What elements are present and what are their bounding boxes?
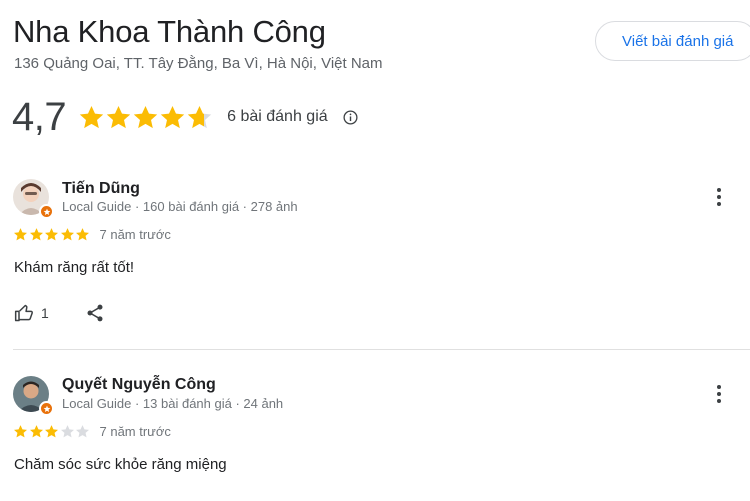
share-icon[interactable] (85, 303, 105, 323)
star-icon (14, 228, 27, 241)
star-icon (76, 425, 89, 438)
star-icon (160, 105, 185, 128)
star-icon (29, 228, 43, 241)
reviewer-avatar[interactable] (13, 376, 54, 416)
star-icon (60, 228, 74, 241)
rating-summary: 4,7 6 bài đánh giá (12, 94, 359, 140)
review-count: 6 bài đánh giá (227, 108, 328, 125)
reviewer-name[interactable]: Quyết Nguyễn Công (62, 376, 216, 394)
place-address: 136 Quảng Oai, TT. Tây Đằng, Ba Vì, Hà N… (14, 55, 383, 72)
star-icon (79, 105, 104, 128)
local-guide-badge-icon (39, 401, 54, 416)
average-rating: 4,7 (12, 94, 67, 139)
review-text: Chăm sóc sức khỏe răng miệng (14, 456, 227, 473)
review-time: 7 năm trước (99, 424, 171, 439)
review-text: Khám răng rất tốt! (14, 259, 135, 276)
thumbs-up-icon (14, 303, 34, 323)
star-icon (29, 425, 43, 438)
info-icon[interactable] (342, 109, 359, 126)
review-time: 7 năm trước (99, 227, 171, 242)
review-menu-button[interactable] (710, 382, 728, 406)
reviewer-meta: Local Guide · 160 bài đánh giá · 278 ảnh (62, 199, 298, 214)
review-divider (13, 349, 750, 350)
reviewer-avatar[interactable] (13, 179, 54, 219)
review-menu-button[interactable] (710, 185, 728, 209)
reviewer-meta: Local Guide · 13 bài đánh giá · 24 ảnh (62, 396, 284, 411)
review-rating-row: 7 năm trước (13, 227, 171, 242)
place-title: Nha Khoa Thành Công (13, 14, 326, 49)
star-icon (106, 105, 131, 128)
star-icon (187, 105, 212, 128)
local-guide-badge-icon (39, 204, 54, 219)
star-icon (133, 105, 158, 128)
review-actions: 1 (14, 303, 105, 323)
star-icon (14, 425, 27, 438)
review-stars (13, 227, 91, 242)
average-rating-stars (78, 104, 213, 131)
star-icon (60, 425, 74, 438)
like-button[interactable]: 1 (14, 303, 49, 323)
write-review-button[interactable]: Viết bài đánh giá (595, 21, 750, 61)
review-rating-row: 7 năm trước (13, 424, 171, 439)
like-count: 1 (41, 305, 49, 321)
star-icon (45, 228, 58, 241)
reviewer-name[interactable]: Tiến Dũng (62, 180, 140, 198)
star-icon (76, 228, 89, 241)
review-stars (13, 424, 91, 439)
star-icon (45, 425, 58, 438)
